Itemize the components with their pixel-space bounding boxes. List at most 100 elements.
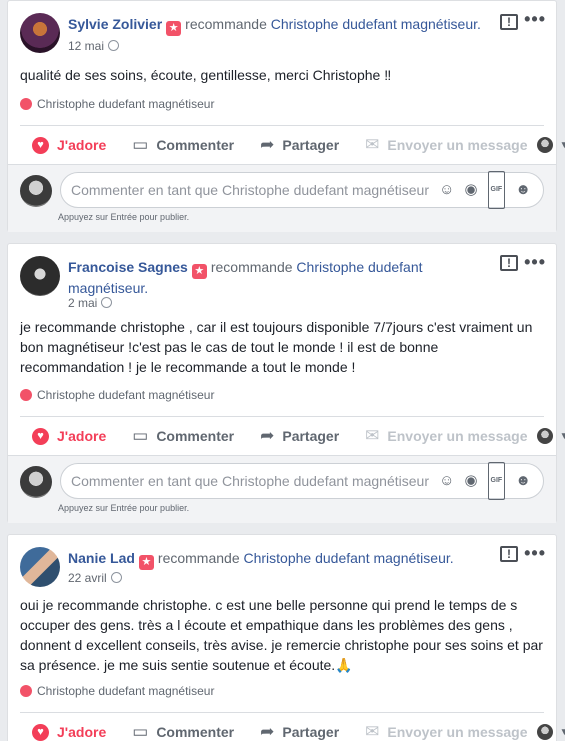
page-tag[interactable]: Christophe dudefant magnétiseur xyxy=(20,683,214,699)
sticker-icon[interactable]: ☻ xyxy=(515,464,531,498)
author-name[interactable]: Francoise Sagnes xyxy=(68,259,188,275)
heart-icon: ♥ xyxy=(32,723,49,741)
chevron-down-icon: ▼ xyxy=(559,726,565,738)
post-text: qualité de ses soins, écoute, gentilless… xyxy=(20,67,392,83)
post-meta: 2 mai xyxy=(68,296,113,310)
globe-icon xyxy=(110,572,122,583)
comment-icon: ▭ xyxy=(132,426,149,445)
comment-input[interactable]: Commenter en tant que Christophe dudefan… xyxy=(60,171,544,209)
sticker-icon[interactable]: ☻ xyxy=(515,173,531,207)
share-icon: ➦ xyxy=(260,722,275,741)
share-icon: ➦ xyxy=(260,135,275,154)
action-bar: ♥ J'adore ▭ Commenter ➦ Partager ✉ Envoyer u… xyxy=(20,420,565,452)
gif-icon[interactable]: GIF xyxy=(487,462,506,500)
post-meta: 22 avril xyxy=(68,571,122,585)
avatar[interactable] xyxy=(20,547,60,587)
globe-icon xyxy=(101,297,113,308)
post-text: je recommande christophe , car il est to… xyxy=(20,319,533,375)
recommend-icon: ★ xyxy=(138,555,154,570)
share-button[interactable]: ➦ Partager xyxy=(260,426,339,446)
comment-icon: ▭ xyxy=(132,135,149,154)
chevron-down-icon: ▼ xyxy=(559,430,565,442)
recommend-icon xyxy=(20,98,32,110)
recommend-icon: ★ xyxy=(191,264,207,279)
adore-button[interactable]: ♥ J'adore xyxy=(32,427,106,445)
recommend-text: recommande Christophe dudefant magnétise… xyxy=(185,16,481,32)
recommend-icon: ★ xyxy=(166,21,182,36)
actor-selector[interactable]: ▼ xyxy=(537,724,565,740)
share-button[interactable]: ➦ Partager xyxy=(260,722,339,741)
divider xyxy=(20,416,544,417)
post-header: Sylvie Zolivier ★ recommande Christophe du… xyxy=(68,15,486,36)
avatar xyxy=(20,466,52,498)
action-bar: ♥ J'adore ▭ Commenter ➦ Partager ✉ Envoyer u… xyxy=(20,716,565,741)
flag-icon[interactable]: ! xyxy=(500,255,518,271)
messenger-icon: ✉ xyxy=(365,426,380,445)
globe-icon xyxy=(108,40,120,51)
page-link[interactable]: Christophe dudefant magnétiseur. xyxy=(271,16,481,32)
post-text: oui je recommande christophe. c est une … xyxy=(20,597,543,673)
avatar xyxy=(537,428,554,444)
share-icon: ➦ xyxy=(260,426,275,445)
camera-icon[interactable]: ◉ xyxy=(464,464,477,498)
post-card: Francoise Sagnes ★ recommande Christophe d… xyxy=(7,243,565,523)
divider xyxy=(20,125,544,126)
heart-icon: ♥ xyxy=(32,427,49,445)
message-button[interactable]: ✉ Envoyer un message xyxy=(365,426,527,446)
more-icon[interactable]: ••• xyxy=(524,253,546,271)
avatar xyxy=(20,175,52,207)
messenger-icon: ✉ xyxy=(365,722,380,741)
recommend-icon xyxy=(20,389,32,401)
emoji-icon[interactable]: ☺ xyxy=(439,173,454,207)
comment-section: Commenter en tant que Christophe dudefan… xyxy=(8,164,556,232)
messenger-icon: ✉ xyxy=(365,135,380,154)
avatar xyxy=(537,137,554,153)
post-date[interactable]: 2 mai xyxy=(68,296,97,310)
adore-button[interactable]: ♥ J'adore xyxy=(32,136,106,154)
emoji-icon[interactable]: ☺ xyxy=(439,464,454,498)
post-meta: 12 mai xyxy=(68,39,120,53)
post-card: Sylvie Zolivier ★ recommande Christophe du… xyxy=(7,0,565,232)
post-header: Nanie Lad ★ recommande Christophe dudefant… xyxy=(68,549,486,570)
comment-section: Commenter en tant que Christophe dudefan… xyxy=(8,455,556,523)
divider xyxy=(20,712,544,713)
more-icon[interactable]: ••• xyxy=(524,544,546,562)
avatar xyxy=(537,724,554,740)
camera-icon[interactable]: ◉ xyxy=(464,173,477,207)
avatar[interactable] xyxy=(20,13,60,53)
actor-selector[interactable]: ▼ xyxy=(537,137,565,153)
page-link[interactable]: Christophe dudefant magnétiseur. xyxy=(244,550,454,566)
author-name[interactable]: Nanie Lad xyxy=(68,550,135,566)
comment-tools: ☺ ◉ GIF ☻ xyxy=(439,171,531,209)
post-header: Francoise Sagnes ★ recommande Christophe d… xyxy=(68,258,486,297)
adore-button[interactable]: ♥ J'adore xyxy=(32,723,106,741)
comment-hint: Appuyez sur Entrée pour publier. xyxy=(58,503,190,513)
comment-button[interactable]: ▭ Commenter xyxy=(132,135,234,155)
message-button[interactable]: ✉ Envoyer un message xyxy=(365,135,527,155)
message-button[interactable]: ✉ Envoyer un message xyxy=(365,722,527,741)
gif-icon[interactable]: GIF xyxy=(487,171,506,209)
recommend-text: recommande Christophe dudefant magnétise… xyxy=(157,550,454,566)
comment-icon: ▭ xyxy=(132,722,149,741)
chevron-down-icon: ▼ xyxy=(559,139,565,151)
comment-input[interactable]: Commenter en tant que Christophe dudefan… xyxy=(60,462,544,500)
post-date[interactable]: 22 avril xyxy=(68,571,107,585)
flag-icon[interactable]: ! xyxy=(500,546,518,562)
action-bar: ♥ J'adore ▭ Commenter ➦ Partager ✉ Envoyer u… xyxy=(20,129,565,161)
share-button[interactable]: ➦ Partager xyxy=(260,135,339,155)
comment-button[interactable]: ▭ Commenter xyxy=(132,722,234,741)
comment-button[interactable]: ▭ Commenter xyxy=(132,426,234,446)
post-date[interactable]: 12 mai xyxy=(68,39,104,53)
comment-hint: Appuyez sur Entrée pour publier. xyxy=(58,212,190,222)
comment-tools: ☺ ◉ GIF ☻ xyxy=(439,462,531,500)
avatar[interactable] xyxy=(20,256,60,296)
more-icon[interactable]: ••• xyxy=(524,10,546,28)
author-name[interactable]: Sylvie Zolivier xyxy=(68,16,162,32)
page-tag[interactable]: Christophe dudefant magnétiseur xyxy=(20,387,214,403)
actor-selector[interactable]: ▼ xyxy=(537,428,565,444)
flag-icon[interactable]: ! xyxy=(500,14,518,30)
heart-icon: ♥ xyxy=(32,136,49,154)
page-tag[interactable]: Christophe dudefant magnétiseur xyxy=(20,96,214,112)
recommend-icon xyxy=(20,685,32,697)
post-card: Nanie Lad ★ recommande Christophe dudefant… xyxy=(7,534,565,741)
